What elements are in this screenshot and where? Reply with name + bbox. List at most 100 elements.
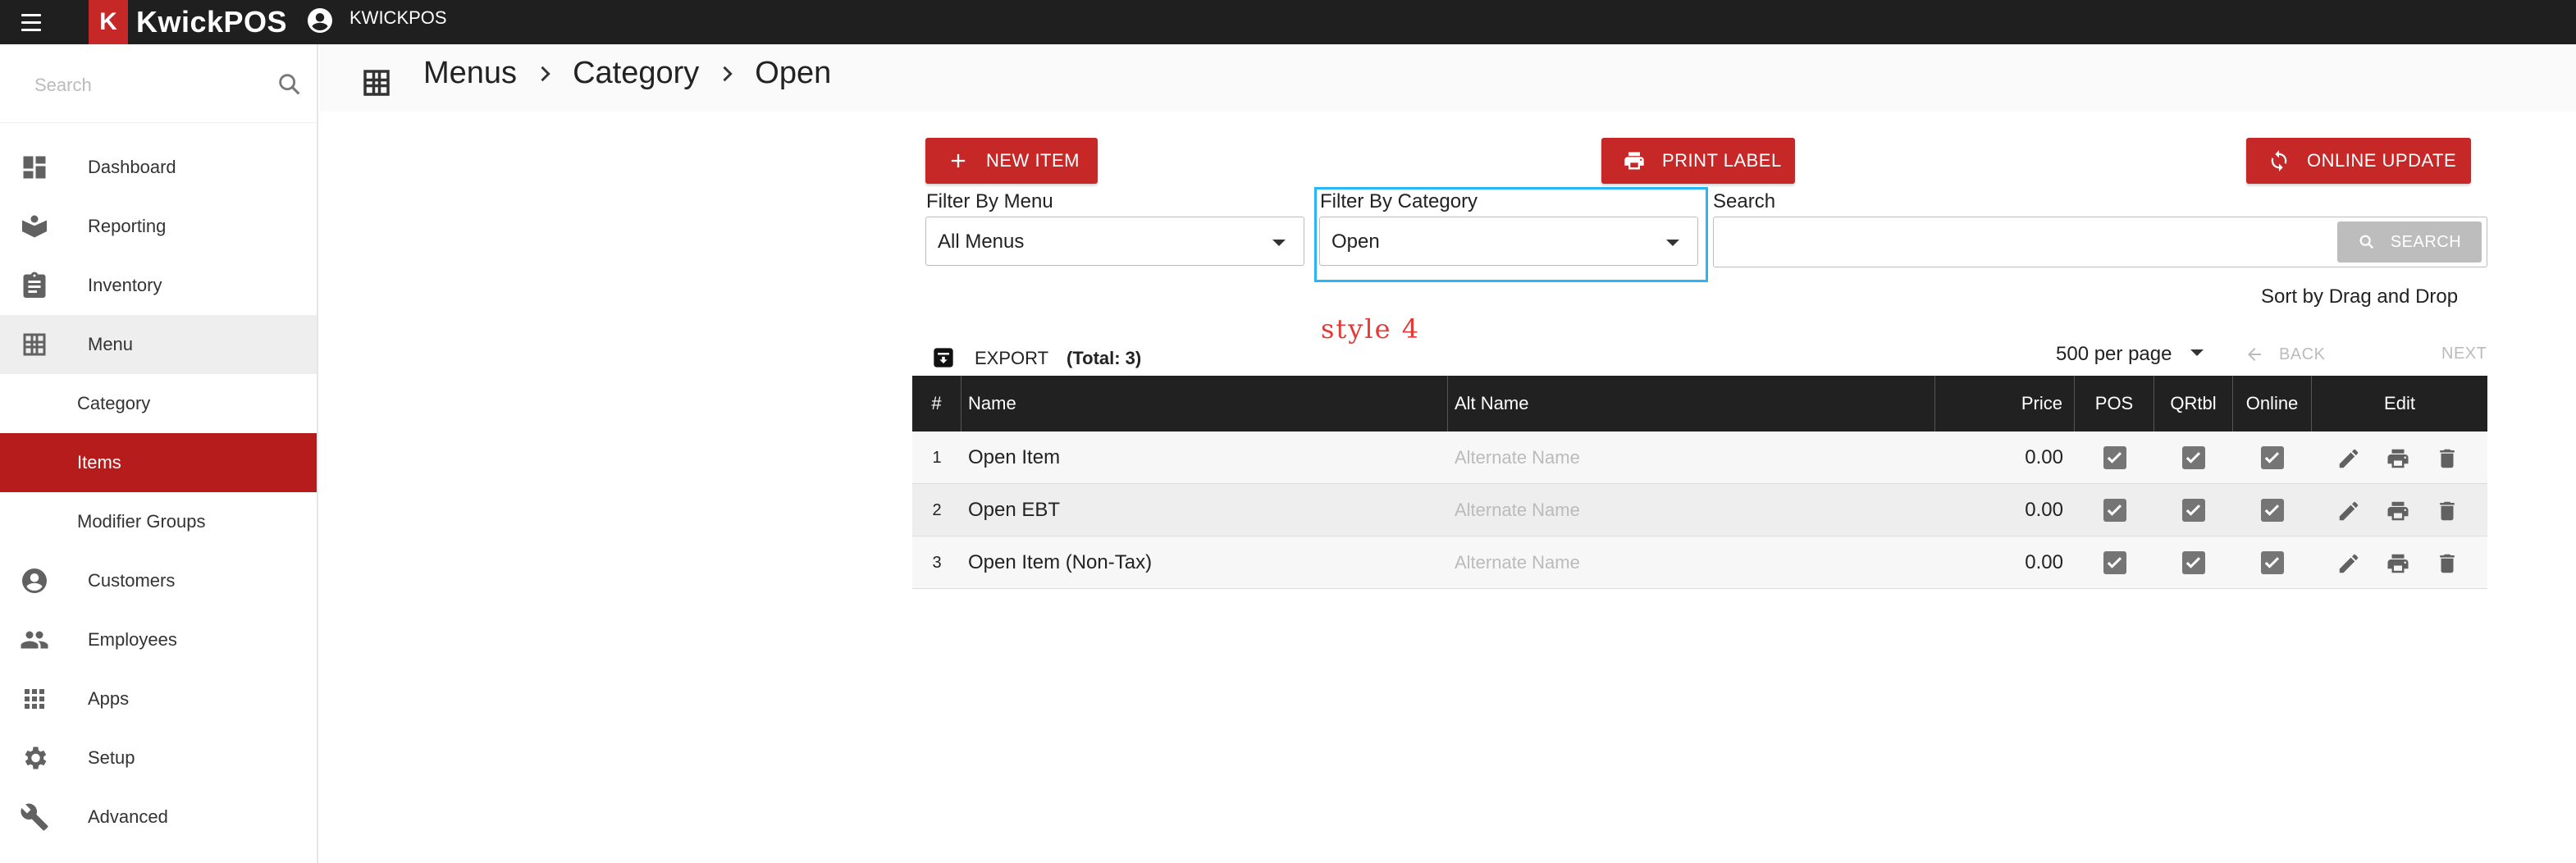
sort-hint: Sort by Drag and Drop [2261,285,2459,308]
pos-checkbox[interactable] [2103,499,2126,522]
new-item-label: NEW ITEM [986,150,1080,171]
dashboard-icon [23,156,46,179]
search-label: Search [1713,190,1776,212]
chevron-right-icon [541,66,550,81]
alt-name-placeholder[interactable]: Alternate Name [1455,432,1580,484]
online-update-button[interactable]: ONLINE UPDATE [2246,138,2471,184]
new-item-button[interactable]: NEW ITEM [925,138,1098,184]
next-button[interactable]: NEXT [2441,345,2487,363]
archive-icon[interactable] [932,346,955,369]
sidebar-item-customers[interactable]: Customers [0,551,317,610]
page-header: Menus Category Open [320,44,2576,112]
filter-menu-label: Filter By Menu [926,190,1053,212]
alt-name-placeholder[interactable]: Alternate Name [1455,537,1580,589]
row-number: 3 [932,554,942,572]
sidebar-item-apps[interactable]: Apps [0,669,317,728]
sidebar-search-input[interactable] [34,69,264,102]
export-button[interactable]: EXPORT [975,348,1048,369]
pos-checkbox[interactable] [2103,551,2126,574]
top-app-bar: K KwickPOS KWICKPOS [0,0,2576,44]
trash-icon[interactable] [2435,499,2460,523]
check-icon [2185,452,2201,463]
print-label-button[interactable]: PRINT LABEL [1601,138,1795,184]
check-icon [2264,452,2280,463]
sidebar-item-advanced[interactable]: Advanced [0,788,317,847]
sidebar-item-employees[interactable]: Employees [0,610,317,669]
sidebar-item-label: Reporting [88,216,167,236]
qrtbl-checkbox[interactable] [2182,446,2205,469]
breadcrumb-open: Open [755,56,832,90]
inventory-icon [23,272,46,298]
arrow-left-icon [2248,348,2261,361]
breadcrumb-menus[interactable]: Menus [423,56,517,91]
pencil-icon[interactable] [2336,499,2361,523]
breadcrumb: Menus Category Open [423,56,831,91]
online-checkbox[interactable] [2261,446,2284,469]
kwickpos-logo[interactable]: K KwickPOS [89,0,287,44]
alt-name-placeholder[interactable]: Alternate Name [1455,484,1580,537]
sidebar-item-label: Menu [88,334,134,354]
sidebar-item-inventory[interactable]: Inventory [0,256,317,315]
pos-checkbox[interactable] [2103,446,2126,469]
sidebar-item-label: Setup [88,747,135,768]
col-pos: POS [2075,376,2154,432]
col-price: Price [1935,376,2075,432]
per-page-value: 500 per page [2056,343,2172,365]
check-icon [2107,452,2122,463]
per-page-select[interactable]: 500 per page [2051,340,2212,369]
table-row[interactable]: 2 Open EBT Alternate Name 0.00 [912,484,2487,537]
search-field: SEARCH [1713,217,2487,267]
col-online: Online [2233,376,2312,432]
sidebar-item-category[interactable]: Category [0,374,317,433]
qrtbl-checkbox[interactable] [2182,551,2205,574]
sidebar-item-modifier-groups[interactable]: Modifier Groups [0,492,317,551]
printer-icon[interactable] [2386,446,2410,471]
trash-icon[interactable] [2435,446,2460,471]
item-name: Open Item (Non-Tax) [968,551,1153,573]
check-icon [2264,557,2280,568]
back-label: BACK [2279,345,2326,363]
item-price: 0.00 [2025,499,2063,521]
search-input[interactable] [1722,226,2395,258]
people-icon [21,631,48,649]
col-number: # [912,376,961,432]
trash-icon[interactable] [2435,551,2460,576]
table-row[interactable]: 1 Open Item Alternate Name 0.00 [912,432,2487,484]
pencil-icon[interactable] [2336,446,2361,471]
sidebar-item-dashboard[interactable]: Dashboard [0,138,317,197]
check-icon [2264,505,2280,516]
sidebar-item-label: Dashboard [88,157,176,177]
account-circle-icon [22,568,47,593]
breadcrumb-category[interactable]: Category [573,56,699,91]
plus-icon [951,153,966,168]
search-button-label: SEARCH [2390,232,2462,251]
item-name: Open Item [968,446,1061,468]
sidebar-item-reporting[interactable]: Reporting [0,197,317,256]
check-icon [2107,557,2122,568]
apps-icon [25,689,44,709]
hamburger-menu-icon[interactable] [18,9,44,35]
sidebar-item-setup[interactable]: Setup [0,728,317,788]
filter-menu-value: All Menus [938,231,1025,253]
sidebar-search [0,44,317,123]
qrtbl-checkbox[interactable] [2182,499,2205,522]
account-circle-icon[interactable] [305,6,335,35]
printer-icon[interactable] [2386,499,2410,523]
gear-icon [25,747,47,769]
table-row[interactable]: 3 Open Item (Non-Tax) Alternate Name 0.0… [912,537,2487,589]
online-checkbox[interactable] [2261,551,2284,574]
sidebar-item-items[interactable]: Items [0,433,317,492]
printer-icon[interactable] [2386,551,2410,576]
style-annotation: style 4 [1321,313,1421,345]
row-number: 2 [932,501,942,519]
search-button[interactable]: SEARCH [2337,221,2482,263]
sidebar-item-menu[interactable]: Menu [0,315,317,374]
filter-category-select[interactable]: Open [1319,217,1698,266]
pencil-icon[interactable] [2336,551,2361,576]
store-name[interactable]: KWICKPOS [349,0,447,36]
online-checkbox[interactable] [2261,499,2284,522]
sidebar-item-label: Items [77,452,121,473]
filter-menu-select[interactable]: All Menus [925,217,1304,266]
back-button[interactable]: BACK [2245,340,2325,369]
search-icon[interactable] [276,71,304,98]
